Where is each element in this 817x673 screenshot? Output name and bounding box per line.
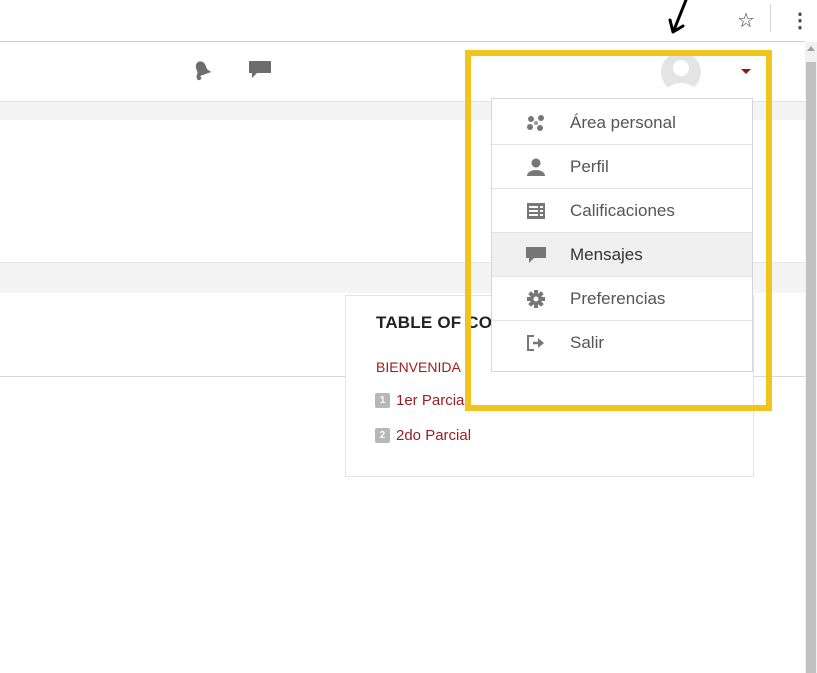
toolbar-separator <box>770 4 771 32</box>
toc-item[interactable]: 2 2do Parcial <box>375 425 471 445</box>
message-icon[interactable] <box>248 60 272 80</box>
toc-item-label[interactable]: 2do Parcial <box>396 427 471 444</box>
toc-item[interactable]: 1 1er Parcial <box>375 390 468 410</box>
bell-icon[interactable] <box>190 59 214 81</box>
annotation-highlight-box <box>465 50 772 411</box>
browser-toolbar <box>0 0 817 42</box>
browser-menu-icon[interactable]: ⋮ <box>790 8 810 34</box>
annotation-arrow-icon <box>668 0 688 34</box>
section-number-badge: 1 <box>375 392 390 408</box>
screen: { "browser": { "star_icon": "☆", "menu_i… <box>0 0 817 673</box>
scrollbar-thumb[interactable] <box>806 62 816 673</box>
section-number-badge: 2 <box>375 427 390 443</box>
scroll-up-icon[interactable] <box>807 46 815 51</box>
bookmark-star-icon[interactable]: ☆ <box>732 6 760 36</box>
toc-item-label[interactable]: 1er Parcial <box>396 392 468 409</box>
toc-welcome-link[interactable]: BIENVENIDA <box>376 359 461 375</box>
